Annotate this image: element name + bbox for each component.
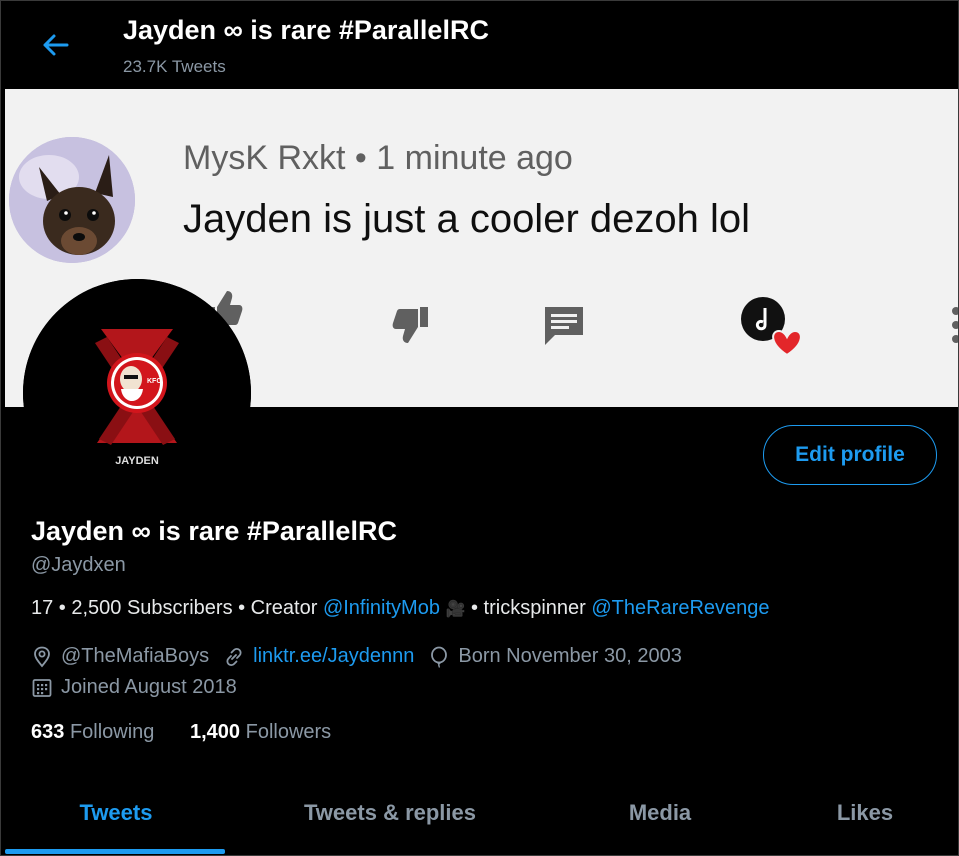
profile-meta-row-2: Joined August 2018: [31, 676, 251, 699]
tab-tweets-replies[interactable]: Tweets & replies: [260, 771, 520, 855]
comment-author: MysK Rxkt: [183, 139, 346, 177]
balloon-icon: [431, 646, 448, 668]
tab-tweets[interactable]: Tweets: [5, 771, 227, 855]
location-item: @TheMafiaBoys: [31, 645, 209, 668]
profile-bio: 17 • 2,500 Subscribers • Creator @Infini…: [31, 597, 770, 620]
profile-page: Jayden ∞ is rare #ParallelRC 23.7K Tweet…: [0, 0, 959, 856]
avatar-caption: JAYDEN: [115, 455, 159, 467]
profile-handle: @Jaydxen: [31, 554, 126, 576]
avatar-badge: KFC: [147, 378, 161, 385]
header-title: Jayden ∞ is rare #ParallelRC: [123, 15, 489, 45]
tab-likes[interactable]: Likes: [775, 771, 955, 855]
creator-heart-icon: [739, 295, 811, 364]
bio-text-2: • trickspinner: [465, 597, 592, 619]
bio-text-1: 17 • 2,500 Subscribers • Creator: [31, 597, 323, 619]
profile-meta-row-1: @TheMafiaBoys linktr.ee/Jaydennn Born No…: [31, 645, 696, 668]
joined-item: Joined August 2018: [31, 676, 237, 699]
following-label: Following: [69, 721, 155, 743]
location-pin-icon: [34, 646, 50, 667]
profile-tabs: Tweets Tweets & replies Media Likes: [5, 771, 958, 855]
website-item: linktr.ee/Jaydennn: [223, 645, 414, 668]
more-options-icon: [948, 305, 958, 354]
header-tweet-count: 23.7K Tweets: [123, 57, 226, 76]
link-icon: [226, 647, 242, 666]
website-link[interactable]: linktr.ee/Jaydennn: [253, 645, 414, 668]
thumbs-down-icon: [388, 301, 436, 354]
bio-emoji: 🎥: [445, 601, 466, 618]
comment-separator: •: [354, 139, 367, 177]
bio-mention-infinitymob[interactable]: @InfinityMob: [323, 597, 440, 619]
birthday-text: Born November 30, 2003: [458, 645, 682, 667]
followers-label: Followers: [245, 721, 332, 743]
follow-stats: 633 Following 1,400 Followers: [31, 721, 361, 744]
birthday-item: Born November 30, 2003: [428, 645, 682, 668]
edit-profile-button[interactable]: Edit profile: [763, 425, 937, 485]
location-text: @TheMafiaBoys: [61, 645, 210, 667]
bio-mention-therarerevenge[interactable]: @TheRareRevenge: [591, 597, 769, 619]
top-header: Jayden ∞ is rare #ParallelRC 23.7K Tweet…: [1, 1, 958, 89]
following-stat[interactable]: 633 Following: [31, 721, 154, 743]
followers-stat[interactable]: 1,400 Followers: [190, 721, 331, 743]
commenter-avatar: [9, 137, 135, 263]
active-tab-indicator: [5, 849, 225, 854]
profile-name: Jayden ∞ is rare #ParallelRC: [31, 516, 397, 546]
comment-meta: MysK Rxkt • 1 minute ago: [183, 139, 573, 178]
joined-text: Joined August 2018: [61, 676, 237, 698]
comment-icon: [541, 303, 587, 354]
followers-count: 1,400: [189, 721, 241, 743]
following-count: 633: [31, 721, 65, 743]
back-arrow-icon[interactable]: [37, 27, 73, 63]
comment-text: Jayden is just a cooler dezoh lol: [183, 197, 750, 241]
tab-media[interactable]: Media: [565, 771, 755, 855]
comment-time: 1 minute ago: [376, 139, 573, 177]
profile-avatar[interactable]: KFC JAYDEN: [23, 279, 251, 507]
calendar-icon: [32, 678, 52, 697]
